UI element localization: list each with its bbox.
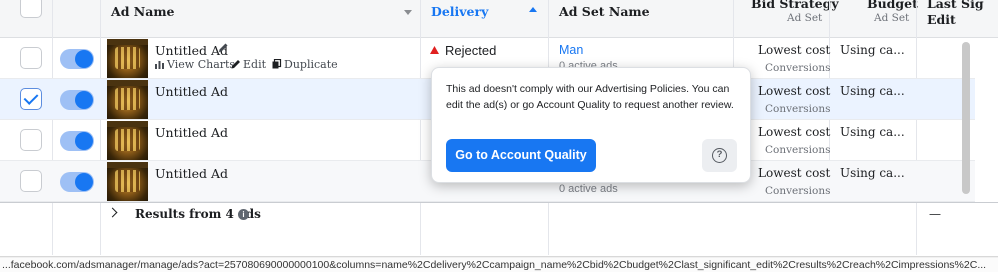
budget-value: Using ca...: [840, 84, 905, 98]
delivery-status[interactable]: Rejected: [445, 43, 496, 58]
info-icon[interactable]: i: [238, 209, 249, 220]
summary-divider: [0, 202, 998, 203]
bid-strategy-sub: Conversions: [765, 144, 831, 156]
bid-strategy-value: Lowest cost: [758, 125, 831, 139]
bar-chart-icon[interactable]: [155, 60, 165, 69]
select-all-checkbox[interactable]: [20, 0, 42, 18]
ad-status-toggle[interactable]: [60, 172, 94, 192]
column-header-ad-set-name[interactable]: Ad Set Name: [559, 4, 650, 19]
last-significant-edit-label: Edit: [927, 12, 956, 27]
ad-name[interactable]: Untitled Ad: [155, 125, 228, 140]
ad-thumbnail[interactable]: [107, 39, 148, 78]
column-header-budget[interactable]: Budget: [867, 0, 918, 11]
expand-chevron-icon[interactable]: [107, 207, 118, 218]
ad-name[interactable]: Untitled Ad: [155, 84, 228, 99]
help-button[interactable]: ?: [702, 139, 737, 172]
ad-status-toggle[interactable]: [60, 90, 94, 110]
rejection-message: This ad doesn't comply with our Advertis…: [446, 83, 734, 111]
sort-ascending-icon[interactable]: [529, 7, 537, 12]
rejected-warning-icon: [430, 46, 439, 54]
ad-name[interactable]: Untitled Ad: [155, 166, 228, 181]
column-header-last-significant-edit[interactable]: Last Sig: [927, 0, 984, 11]
bid-strategy-value: Lowest cost: [758, 166, 831, 180]
ads-manager-table: Ad Name Delivery Ad Set Name Bid Strateg…: [0, 0, 998, 272]
bid-strategy-sub: Conversions: [765, 185, 831, 197]
status-bar-url: ...facebook.com/adsmanager/manage/ads?ac…: [0, 258, 998, 272]
pencil-icon[interactable]: [218, 42, 229, 53]
column-header-delivery[interactable]: Delivery: [431, 4, 488, 19]
row-checkbox[interactable]: [20, 129, 42, 151]
vertical-scrollbar[interactable]: [960, 38, 972, 198]
row-checkbox[interactable]: [20, 47, 42, 69]
vertical-scrollbar-thumb[interactable]: [962, 42, 970, 194]
budget-level: Ad Set: [874, 12, 910, 24]
bid-strategy-value: Lowest cost: [758, 43, 831, 57]
column-header-ad-name[interactable]: Ad Name: [111, 4, 175, 19]
ad-status-toggle[interactable]: [60, 49, 94, 69]
ad-set-active-count: 0 active ads: [559, 183, 618, 195]
question-mark-icon: ?: [712, 148, 727, 163]
view-charts-link[interactable]: View Charts: [167, 58, 235, 71]
budget-value: Using ca...: [840, 125, 905, 139]
summary-last-edit: —: [929, 207, 941, 221]
sort-chevron-down-icon[interactable]: [404, 10, 412, 15]
column-header-bid-strategy[interactable]: Bid Strategy: [751, 0, 839, 11]
bid-strategy-value: Lowest cost: [758, 84, 831, 98]
bid-strategy-sub: Conversions: [765, 62, 831, 74]
ad-set-link[interactable]: Man: [559, 43, 583, 57]
rejection-popover: This ad doesn't comply with our Advertis…: [431, 67, 751, 183]
table-header: Ad Name Delivery Ad Set Name Bid Strateg…: [0, 0, 998, 38]
bid-strategy-level: Ad Set: [787, 12, 823, 24]
duplicate-link[interactable]: Duplicate: [284, 58, 338, 71]
budget-value: Using ca...: [840, 166, 905, 180]
bid-strategy-sub: Conversions: [765, 103, 831, 115]
row-checkbox[interactable]: [20, 88, 42, 110]
edit-link[interactable]: Edit: [243, 58, 266, 71]
ad-thumbnail[interactable]: [107, 121, 148, 160]
duplicate-icon[interactable]: [272, 59, 282, 69]
ad-thumbnail[interactable]: [107, 162, 148, 201]
ad-status-toggle[interactable]: [60, 131, 94, 151]
go-to-account-quality-button[interactable]: Go to Account Quality: [446, 139, 596, 172]
row-checkbox[interactable]: [20, 170, 42, 192]
budget-value: Using ca...: [840, 43, 905, 57]
ad-thumbnail[interactable]: [107, 80, 148, 119]
edit-pencil-icon[interactable]: [231, 59, 241, 69]
